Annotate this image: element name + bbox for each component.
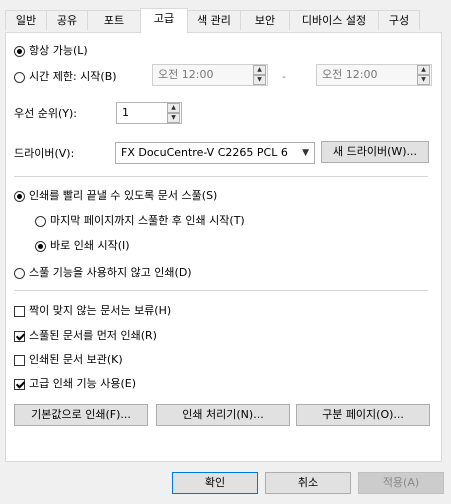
start-time-value: 오전 12:00 bbox=[158, 68, 214, 81]
tab-advanced[interactable]: 고급 bbox=[140, 8, 188, 33]
advanced-features-checkbox[interactable] bbox=[14, 379, 25, 390]
keep-printed-checkbox[interactable] bbox=[14, 355, 25, 366]
spooled-first-label: 스풀된 문서를 먼저 인쇄(R) bbox=[29, 329, 157, 342]
end-time-field[interactable]: 오전 12:00 ▲ ▼ bbox=[316, 64, 432, 86]
tab-security[interactable]: 보안 bbox=[240, 10, 290, 30]
start-immediately-label: 바로 인쇄 시작(I) bbox=[50, 239, 130, 252]
spool-radio[interactable] bbox=[14, 191, 25, 202]
tab-ports[interactable]: 포트 bbox=[87, 10, 141, 30]
advanced-features-label: 고급 인쇄 기능 사용(E) bbox=[29, 377, 136, 390]
cancel-button[interactable]: 취소 bbox=[265, 472, 351, 494]
separator-page-button[interactable]: 구분 페이지(O)... bbox=[296, 404, 430, 426]
time-range-dash: - bbox=[282, 70, 286, 83]
priority-value: 1 bbox=[122, 106, 129, 119]
driver-selected-value: FX DocuCentre-V C2265 PCL 6 bbox=[121, 146, 288, 159]
start-after-last-page-radio[interactable] bbox=[35, 216, 46, 227]
printing-defaults-button[interactable]: 기본값으로 인쇄(F)... bbox=[14, 404, 148, 426]
print-directly-label: 스풀 기능을 사용하지 않고 인쇄(D) bbox=[29, 266, 192, 279]
end-time-spinner[interactable]: ▲ ▼ bbox=[417, 65, 430, 85]
print-processor-button[interactable]: 인쇄 처리기(N)... bbox=[156, 404, 290, 426]
hold-mismatched-label: 짝이 맞지 않는 문서는 보류(H) bbox=[29, 304, 172, 317]
start-immediately-radio[interactable] bbox=[35, 241, 46, 252]
priority-field[interactable]: 1 ▲ ▼ bbox=[116, 102, 182, 124]
spin-up-icon[interactable]: ▲ bbox=[167, 103, 180, 113]
driver-label: 드라이버(V): bbox=[14, 147, 75, 160]
divider bbox=[14, 176, 428, 177]
spin-up-icon[interactable]: ▲ bbox=[253, 65, 266, 75]
spooled-first-checkbox[interactable] bbox=[14, 331, 25, 342]
always-available-radio[interactable] bbox=[14, 46, 25, 57]
spin-down-icon[interactable]: ▼ bbox=[167, 113, 180, 123]
always-available-label: 항상 가능(L) bbox=[29, 44, 88, 57]
start-time-field[interactable]: 오전 12:00 ▲ ▼ bbox=[152, 64, 268, 86]
tab-sharing[interactable]: 공유 bbox=[46, 10, 88, 30]
driver-select[interactable]: FX DocuCentre-V C2265 PCL 6 ▼ bbox=[115, 142, 315, 164]
divider bbox=[14, 290, 428, 291]
spin-up-icon[interactable]: ▲ bbox=[417, 65, 430, 75]
spin-down-icon[interactable]: ▼ bbox=[253, 75, 266, 85]
new-driver-button[interactable]: 새 드라이버(W)... bbox=[321, 141, 429, 163]
hold-mismatched-checkbox[interactable] bbox=[14, 306, 25, 317]
spool-label: 인쇄를 빨리 끝낼 수 있도록 문서 스풀(S) bbox=[29, 189, 218, 202]
end-time-value: 오전 12:00 bbox=[322, 68, 378, 81]
spin-down-icon[interactable]: ▼ bbox=[417, 75, 430, 85]
tab-general[interactable]: 일반 bbox=[5, 10, 47, 30]
print-directly-radio[interactable] bbox=[14, 268, 25, 279]
start-time-spinner[interactable]: ▲ ▼ bbox=[253, 65, 266, 85]
apply-button[interactable]: 적용(A) bbox=[358, 472, 444, 494]
priority-label: 우선 순위(Y): bbox=[14, 107, 77, 120]
keep-printed-label: 인쇄된 문서 보관(K) bbox=[29, 353, 123, 366]
start-after-last-page-label: 마지막 페이지까지 스풀한 후 인쇄 시작(T) bbox=[50, 214, 245, 227]
tab-device-settings[interactable]: 디바이스 설정 bbox=[289, 10, 379, 30]
tab-color-management[interactable]: 색 관리 bbox=[187, 10, 241, 30]
tab-configuration[interactable]: 구성 bbox=[378, 10, 420, 30]
time-limit-label: 시간 제한: 시작(B) bbox=[29, 70, 117, 83]
time-limit-radio[interactable] bbox=[14, 72, 25, 83]
chevron-down-icon: ▼ bbox=[302, 148, 309, 158]
priority-spinner[interactable]: ▲ ▼ bbox=[167, 103, 180, 123]
ok-button[interactable]: 확인 bbox=[172, 472, 258, 494]
